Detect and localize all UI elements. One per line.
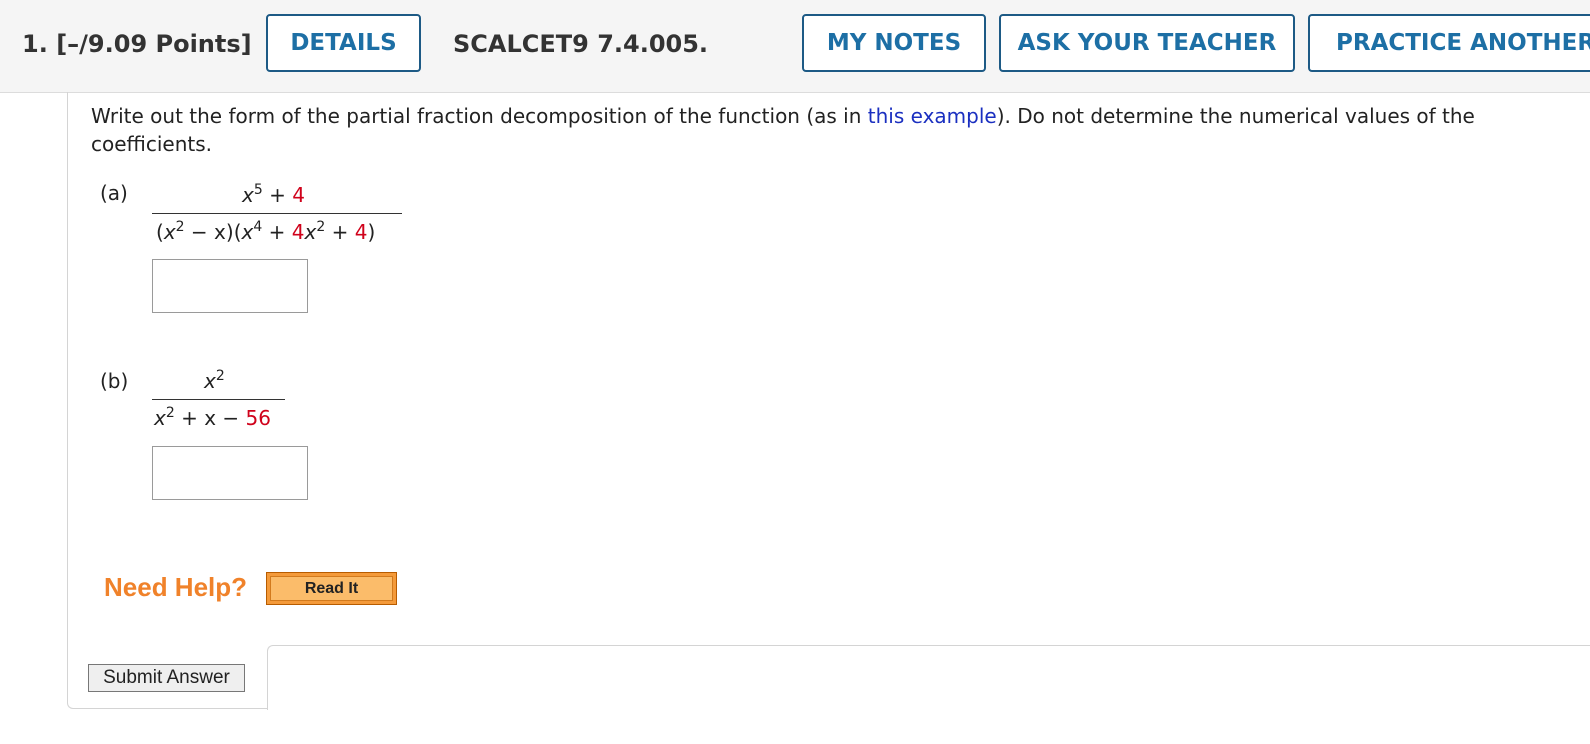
part-b-label: (b) — [100, 369, 129, 393]
part-a-answer-input[interactable] — [152, 259, 308, 313]
part-a-fraction-bar — [152, 213, 402, 214]
part-b-answer-input[interactable] — [152, 446, 308, 500]
prompt-text-start: Write out the form of the partial fracti… — [91, 104, 868, 128]
part-a-numerator: x5 + 4 — [242, 182, 305, 207]
question-header: 1. [–/9.09 Points] DETAILS SCALCET9 7.4.… — [0, 0, 1590, 93]
part-b-fraction: x2 x2 + x − 56 — [152, 366, 285, 436]
question-points: 1. [–/9.09 Points] — [22, 30, 252, 58]
submit-answer-button[interactable]: Submit Answer — [88, 664, 245, 692]
part-a-denominator: (x2 − x)(x4 + 4x2 + 4) — [156, 219, 376, 244]
read-it-label: Read It — [270, 576, 393, 601]
details-button[interactable]: DETAILS — [266, 14, 421, 72]
question-id: SCALCET9 7.4.005. — [453, 30, 709, 58]
part-b-denominator: x2 + x − 56 — [154, 405, 271, 430]
part-b-numerator: x2 — [204, 368, 225, 393]
this-example-link[interactable]: this example — [868, 104, 997, 128]
part-a-fraction: x5 + 4 (x2 − x)(x4 + 4x2 + 4) — [152, 180, 402, 250]
practice-another-button[interactable]: PRACTICE ANOTHER — [1308, 14, 1590, 72]
question-number: 1. — [22, 30, 48, 58]
points-label: [–/9.09 Points] — [56, 30, 252, 58]
ask-your-teacher-button[interactable]: ASK YOUR TEACHER — [999, 14, 1295, 72]
question-prompt: Write out the form of the partial fracti… — [91, 102, 1561, 158]
read-it-button[interactable]: Read It — [266, 572, 397, 605]
part-a-label: (a) — [100, 181, 128, 205]
my-notes-button[interactable]: MY NOTES — [802, 14, 986, 72]
part-b-fraction-bar — [152, 399, 285, 400]
footer-panel-divider — [267, 645, 1590, 710]
need-help-label: Need Help? — [104, 572, 248, 602]
